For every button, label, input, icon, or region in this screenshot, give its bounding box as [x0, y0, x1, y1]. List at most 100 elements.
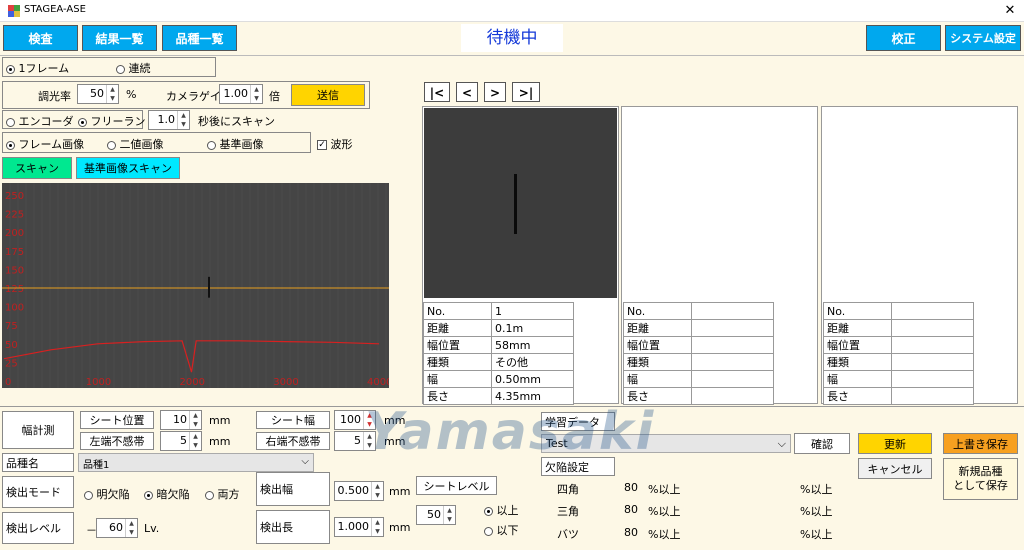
spinner-arrows-icon[interactable]: ▲ ▼	[250, 85, 262, 103]
mode-frame1[interactable]: 1フレーム	[6, 60, 69, 76]
last-page-button[interactable]: >|	[512, 82, 540, 102]
spinner-arrows-icon[interactable]: ▲ ▼	[189, 411, 201, 429]
info-value	[691, 302, 774, 320]
radio-icon[interactable]	[205, 490, 214, 500]
spinner-arrows-icon[interactable]: ▲ ▼	[371, 518, 383, 536]
product-select[interactable]: 品種1 ⌵	[78, 453, 314, 472]
radio-icon[interactable]	[6, 64, 15, 74]
calibrate-button[interactable]: 校正	[866, 25, 941, 51]
image-frame[interactable]: フレーム画像	[6, 136, 84, 152]
system-settings-button[interactable]: システム設定	[945, 25, 1021, 51]
y-tick-label: 225	[5, 210, 24, 221]
detect-length-spinner[interactable]: 1.000 ▲ ▼	[334, 517, 384, 537]
image-binary[interactable]: 二値画像	[107, 136, 164, 152]
info-label: 長さ	[823, 387, 892, 405]
detect-width-value: 0.500	[337, 484, 370, 497]
update-button[interactable]: 更新	[858, 433, 932, 454]
detect-level-spinner[interactable]: 60 ▲ ▼	[96, 518, 138, 538]
mode-continuous[interactable]: 連続	[116, 60, 151, 76]
info-label: 種類	[823, 353, 892, 371]
image-frame-label: フレーム画像	[18, 138, 85, 151]
spinner-arrows-icon[interactable]: ▲ ▼	[189, 432, 201, 450]
title-bar: STAGEA-ASE ✕	[0, 0, 1024, 22]
radio-icon[interactable]	[78, 117, 87, 127]
info-value: 1	[491, 302, 574, 320]
next-page-button[interactable]: >	[484, 82, 506, 102]
radio-icon[interactable]	[144, 490, 153, 500]
spinner-arrows-icon[interactable]: ▲ ▼	[371, 482, 383, 500]
defect-name: バツ	[557, 528, 579, 541]
light-spinner[interactable]: 50 ▲ ▼	[77, 84, 119, 104]
radio-icon[interactable]	[207, 140, 216, 150]
radio-icon[interactable]	[6, 140, 15, 150]
cancel-button[interactable]: キャンセル	[858, 458, 932, 479]
image-reference[interactable]: 基準画像	[207, 136, 264, 152]
detect-dark-label: 暗欠陥	[156, 488, 190, 501]
detect-dark[interactable]: 暗欠陥	[144, 486, 190, 502]
detect-light-label: 明欠陥	[96, 488, 130, 501]
close-icon[interactable]: ✕	[1000, 2, 1020, 20]
light-value: 50	[90, 87, 104, 100]
defect-unit: %以上	[648, 483, 681, 496]
prev-page-button[interactable]: <	[456, 82, 478, 102]
trigger-freerun[interactable]: フリーラン	[78, 113, 146, 129]
info-label: 幅位置	[823, 336, 892, 354]
detect-length-unit: mm	[389, 521, 411, 534]
send-button[interactable]: 送信	[291, 84, 365, 106]
y-tick-label: 75	[5, 321, 18, 332]
sheet-level-spinner[interactable]: 50 ▲ ▼	[416, 505, 456, 525]
watermark-logo: Yamasaki	[365, 402, 656, 462]
defect-image-1[interactable]	[424, 108, 617, 298]
reference-scan-button[interactable]: 基準画像スキャン	[76, 157, 180, 179]
sheet-level-above[interactable]: 以上	[484, 502, 519, 518]
product-label: 品種名	[2, 453, 74, 472]
waveform-svg: 2502252001751501251007550250010002000300…	[2, 183, 392, 388]
inspect-button[interactable]: 検査	[3, 25, 78, 51]
delay-spinner[interactable]: 1.0 ▲ ▼	[148, 110, 190, 130]
first-page-button[interactable]: |<	[424, 82, 450, 102]
y-tick-label: 100	[5, 303, 24, 314]
gain-spinner[interactable]: 1.00 ▲ ▼	[219, 84, 263, 104]
detect-width-spinner[interactable]: 0.500 ▲ ▼	[334, 481, 384, 501]
info-label: No.	[623, 302, 692, 320]
detect-both[interactable]: 両方	[205, 486, 240, 502]
radio-icon[interactable]	[116, 64, 125, 74]
save-new-button[interactable]: 新規品種 として保存	[943, 458, 1018, 500]
chevron-down-icon[interactable]: ⌵	[301, 456, 309, 467]
spinner-arrows-icon[interactable]: ▲ ▼	[443, 506, 455, 524]
trigger-encoder[interactable]: エンコーダ	[6, 113, 74, 129]
sheet-pos-label: シート位置	[80, 411, 154, 429]
spinner-arrows-icon[interactable]: ▲ ▼	[106, 85, 118, 103]
sheet-pos-spinner[interactable]: 10 ▲ ▼	[160, 410, 202, 430]
detect-width-unit: mm	[389, 485, 411, 498]
defect-unit-2: %以上	[800, 483, 833, 496]
waveform-checkbox[interactable]: ✓ 波形	[317, 136, 353, 152]
waveform-chart: 2502252001751501251007550250010002000300…	[2, 183, 392, 388]
width-measure-button[interactable]: 幅計測	[2, 411, 74, 449]
radio-icon[interactable]	[107, 140, 116, 150]
scan-button[interactable]: スキャン	[2, 157, 72, 179]
spinner-arrows-icon[interactable]: ▲ ▼	[177, 111, 189, 129]
info-value	[891, 336, 974, 354]
y-tick-label: 0	[5, 377, 11, 388]
detect-both-label: 両方	[217, 488, 240, 501]
detect-level-unit: Lv.	[144, 522, 160, 535]
sheet-level-below[interactable]: 以下	[484, 522, 519, 538]
info-value	[891, 387, 974, 405]
confirm-button[interactable]: 確認	[794, 433, 850, 454]
left-dead-spinner[interactable]: 5 ▲ ▼	[160, 431, 202, 451]
results-button[interactable]: 結果一覧	[82, 25, 157, 51]
detect-light[interactable]: 明欠陥	[84, 486, 130, 502]
spinner-arrows-icon[interactable]: ▲ ▼	[125, 519, 137, 537]
radio-icon[interactable]	[84, 490, 93, 500]
delay-value: 1.0	[157, 113, 176, 126]
radio-icon[interactable]	[6, 117, 15, 127]
radio-icon[interactable]	[484, 526, 493, 536]
chevron-down-icon[interactable]: ⌵	[778, 437, 786, 451]
radio-icon[interactable]	[484, 506, 493, 516]
overwrite-save-button[interactable]: 上書き保存	[943, 433, 1018, 454]
detect-length-label: 検出長	[256, 510, 330, 544]
checkbox-icon[interactable]: ✓	[317, 140, 327, 150]
y-tick-label: 50	[5, 340, 18, 351]
products-button[interactable]: 品種一覧	[162, 25, 237, 51]
